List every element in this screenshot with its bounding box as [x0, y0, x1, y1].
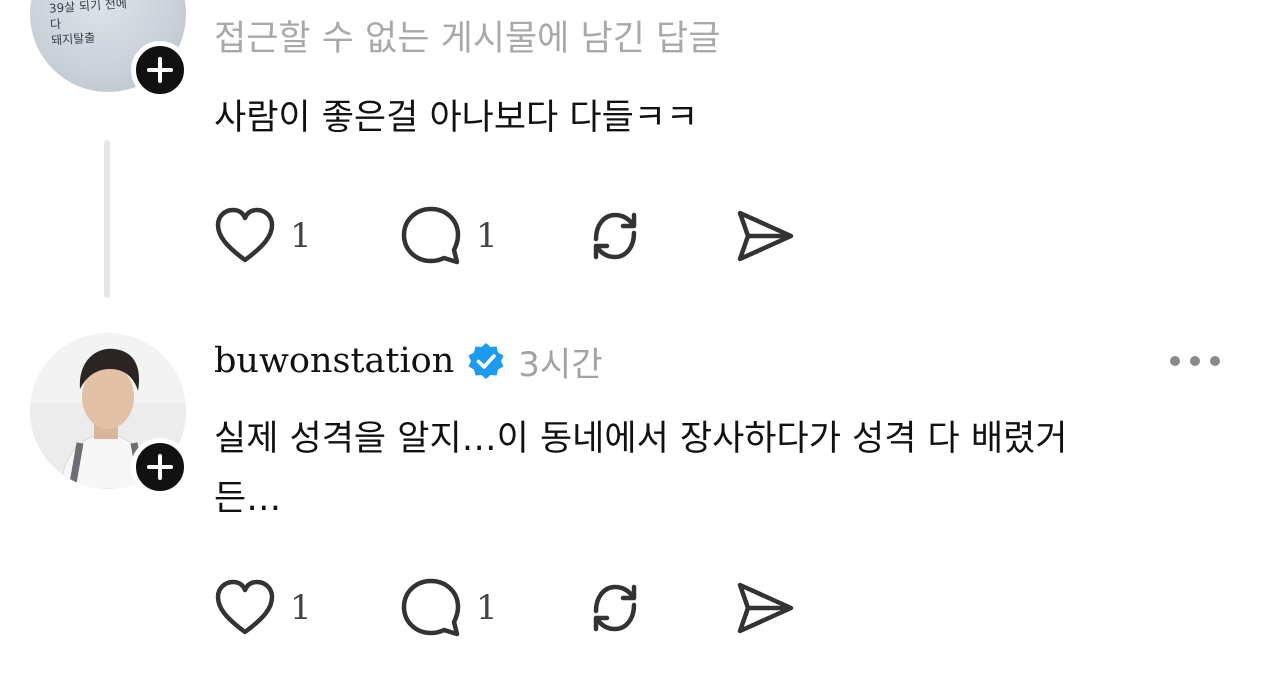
plus-icon — [147, 454, 173, 480]
comment-count: 1 — [476, 216, 498, 256]
repost-icon — [593, 212, 637, 260]
verified-badge-icon — [468, 343, 504, 379]
like-button[interactable]: 1 — [214, 204, 312, 268]
more-dot — [1190, 356, 1200, 366]
follow-button[interactable] — [131, 41, 189, 99]
post-header: buwonstation 3시간 — [214, 336, 603, 386]
thread-view: 39살 되기 전에 다 돼지탈출 접근할 수 없는 게시물에 남긴 답글 사람이… — [0, 0, 1280, 684]
like-button[interactable]: 1 — [214, 576, 312, 640]
send-icon — [737, 582, 794, 634]
repost-button[interactable] — [584, 576, 646, 640]
repost-icon — [593, 584, 637, 632]
avatar-note: 39살 되기 전에 다 돼지탈출 — [48, 0, 128, 48]
repost-button[interactable] — [584, 204, 646, 268]
post-text: 사람이 좋은걸 아나보다 다들ㅋㅋ — [214, 98, 699, 138]
plus-icon — [147, 57, 173, 83]
speech-bubble-icon — [401, 578, 461, 637]
comment-count: 1 — [476, 588, 498, 628]
share-button[interactable] — [734, 204, 796, 268]
more-horizontal-icon — [1170, 356, 1180, 366]
post-text: 실제 성격을 알지…이 동네에서 장사하다가 성격 다 배렸거든… — [214, 419, 1068, 519]
follow-button[interactable] — [131, 438, 189, 496]
heart-icon — [215, 579, 275, 635]
reply-context: 접근할 수 없는 게시물에 남긴 답글 — [214, 19, 721, 59]
heart-icon — [215, 207, 275, 263]
post-time: 3시간 — [518, 344, 603, 385]
share-button[interactable] — [734, 576, 796, 640]
speech-bubble-icon — [401, 206, 461, 265]
send-icon — [737, 210, 794, 262]
username[interactable]: buwonstation — [214, 341, 454, 381]
more-dot — [1210, 356, 1220, 366]
comment-button[interactable]: 1 — [400, 204, 498, 268]
more-options-button[interactable] — [1170, 351, 1220, 371]
thread-line — [104, 140, 110, 298]
comment-button[interactable]: 1 — [400, 576, 498, 640]
like-count: 1 — [290, 216, 312, 256]
like-count: 1 — [290, 588, 312, 628]
